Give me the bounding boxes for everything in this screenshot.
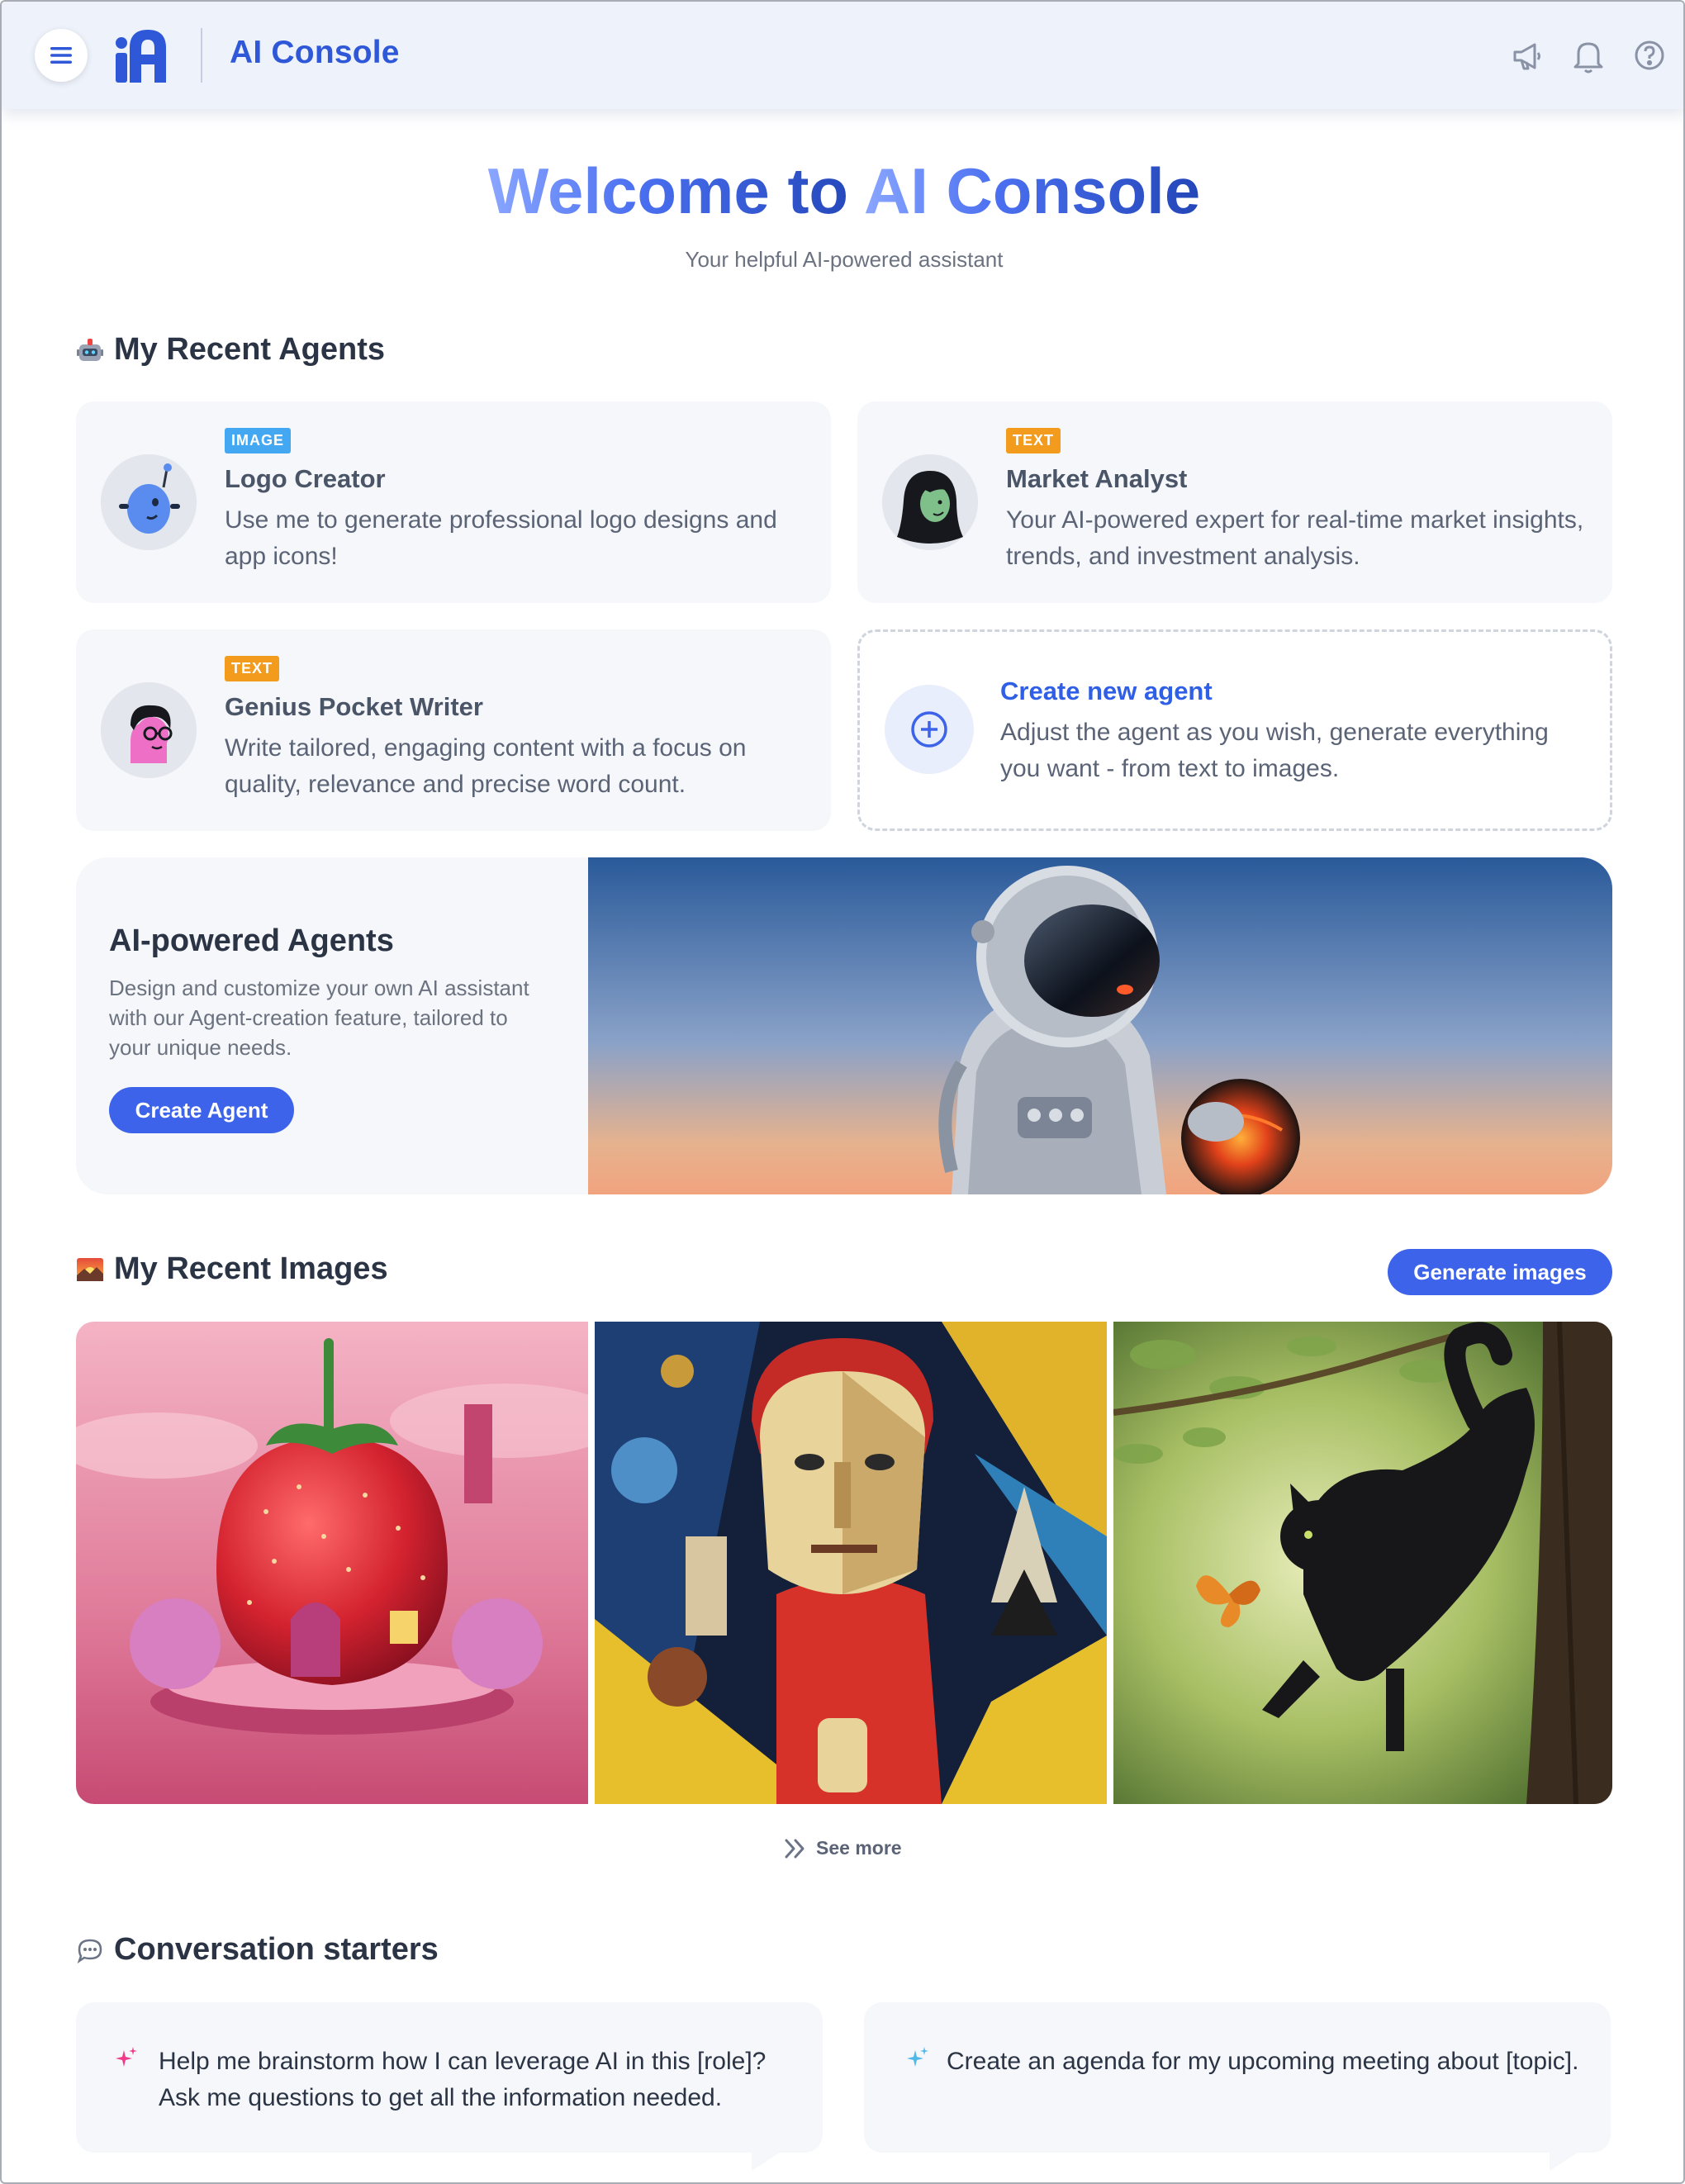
top-bar: AI Console (2, 2, 1683, 109)
create-new-agent-card[interactable]: Create new agent Adjust the agent as you… (857, 629, 1612, 831)
gallery-image-cubist-portrait[interactable] (595, 1322, 1107, 1804)
welcome-title: Welcome to AI Console (2, 154, 1683, 229)
double-chevron-right-icon (785, 1839, 805, 1858)
conversation-starter-text: Create an agenda for my upcoming meeting… (947, 2048, 1579, 2075)
agent-card-market-analyst[interactable]: TEXT Market Analyst Your AI-powered expe… (857, 401, 1612, 603)
agent-card-genius-pocket-writer[interactable]: TEXT Genius Pocket Writer Write tailored… (76, 629, 831, 831)
create-agent-button[interactable]: Create Agent (109, 1087, 294, 1133)
header-divider (201, 28, 202, 83)
speech-bubble-emoji-icon (77, 1939, 102, 1963)
agent-card-logo-creator[interactable]: IMAGE Logo Creator Use me to generate pr… (76, 401, 831, 603)
green-woman-avatar (882, 454, 978, 550)
ai-agents-promo-banner: AI-powered Agents Design and customize y… (76, 857, 1612, 1194)
sparkle-icon (907, 2047, 928, 2067)
recent-agents-heading: My Recent Agents (76, 332, 385, 368)
menu-button[interactable] (35, 29, 88, 82)
agent-type-badge: TEXT (1006, 428, 1061, 453)
conversation-starter-card[interactable]: Help me brainstorm how I can leverage AI… (76, 2002, 823, 2171)
agent-description: Your AI-powered expert for real-time mar… (1006, 506, 1584, 570)
bell-icon[interactable] (1569, 33, 1607, 78)
app-window: AI Console Welcome to AI Console Your he… (0, 0, 1685, 2184)
sparkle-icon (116, 2047, 137, 2067)
bubble-tail (1550, 2153, 1578, 2171)
agent-name: Genius Pocket Writer (225, 692, 483, 721)
help-icon[interactable] (1630, 33, 1668, 78)
agent-description: Use me to generate professional logo des… (225, 506, 777, 570)
header-actions (1508, 33, 1668, 78)
agent-type-badge: TEXT (225, 656, 280, 681)
agent-name: Market Analyst (1006, 464, 1188, 493)
conversation-starter-card[interactable]: Create an agenda for my upcoming meeting… (864, 2002, 1611, 2171)
welcome-subtitle: Your helpful AI-powered assistant (685, 247, 1004, 272)
promo-description: Design and customize your own AI assista… (109, 976, 529, 1060)
blue-robot-avatar (101, 454, 197, 550)
welcome-title-brand: AI Console (863, 154, 1201, 227)
recent-agents-title: My Recent Agents (114, 332, 385, 367)
gallery-image-strawberry-house[interactable] (76, 1322, 588, 1804)
welcome-title-prefix: Welcome to (487, 154, 864, 227)
agent-type-badge: IMAGE (225, 428, 292, 453)
recent-images-heading: My Recent Images (76, 1251, 388, 1287)
agent-name: Logo Creator (225, 464, 386, 493)
sunset-emoji-icon (77, 1257, 103, 1281)
add-agent-button[interactable] (885, 685, 974, 774)
bubble-tail (752, 2153, 780, 2171)
see-more-link[interactable]: See more (783, 1837, 902, 1859)
app-title: AI Console (230, 35, 400, 70)
create-agent-link[interactable]: Create new agent (1000, 677, 1213, 706)
gallery-image-black-cat[interactable] (1113, 1322, 1612, 1804)
glasses-man-avatar (101, 682, 197, 778)
conversation-starters-title: Conversation starters (114, 1932, 439, 1967)
agent-description: Write tailored, engaging content with a … (225, 734, 747, 798)
conversation-starters-heading: Conversation starters (76, 1932, 439, 1968)
see-more-label: See more (816, 1837, 902, 1859)
robot-emoji-icon (77, 338, 103, 361)
generate-images-button[interactable]: Generate images (1388, 1249, 1612, 1295)
hamburger-menu-icon (50, 47, 72, 64)
promo-title: AI-powered Agents (109, 923, 394, 958)
recent-images-title: My Recent Images (114, 1251, 388, 1286)
astronaut-promo-image (588, 857, 1612, 1194)
megaphone-icon[interactable] (1508, 33, 1546, 78)
create-agent-description: Adjust the agent as you wish, generate e… (1000, 719, 1549, 782)
app-logo[interactable] (112, 26, 171, 86)
conversation-starter-text: Help me brainstorm how I can leverage AI… (159, 2048, 767, 2111)
plus-circle-icon (911, 711, 947, 748)
